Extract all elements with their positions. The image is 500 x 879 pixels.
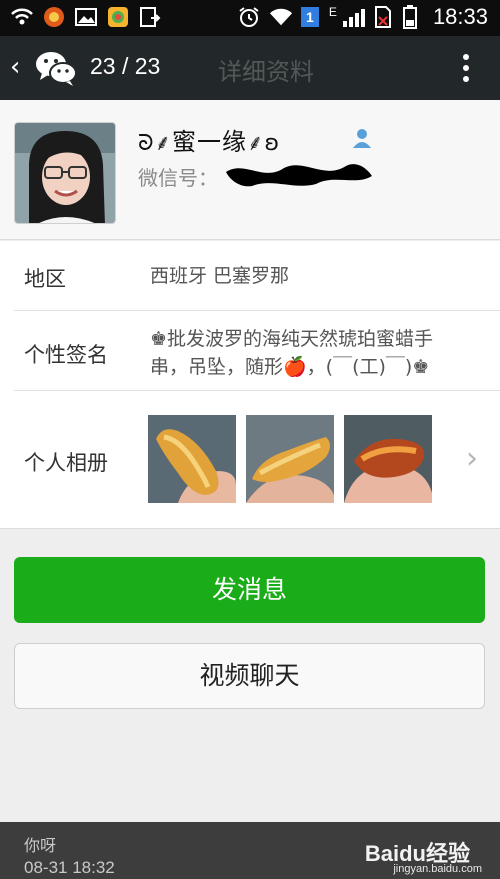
photo-app-notification-icon bbox=[106, 6, 130, 28]
sim-badge: 1 bbox=[300, 7, 319, 27]
app-toolbar: ‹ 23 / 23 详细资料 bbox=[0, 36, 500, 100]
wechat-logo-icon[interactable] bbox=[34, 48, 78, 88]
avatar[interactable] bbox=[14, 122, 116, 224]
wifi-icon bbox=[269, 6, 293, 28]
battery-icon bbox=[402, 5, 417, 29]
region-row: 地区 西班牙 巴塞罗那 bbox=[0, 241, 500, 310]
signature-line: 串，吊坠，随形🍎，(￣(工)￣)♚ bbox=[150, 356, 430, 378]
signature-line: ♚批发波罗的海纯天然琥珀蜜蜡手 bbox=[150, 328, 434, 350]
send-message-button[interactable]: 发消息 bbox=[14, 557, 485, 623]
message-time: 08-31 18:32 bbox=[24, 858, 115, 877]
back-chevron-icon[interactable]: ‹ bbox=[10, 52, 20, 82]
region-label: 地区 bbox=[24, 267, 66, 291]
app-notification-icon bbox=[42, 6, 66, 28]
signature-row: 个性签名 ♚批发波罗的海纯天然琥珀蜜蜡手 串，吊坠，随形🍎，(￣(工)￣)♚ bbox=[0, 311, 500, 390]
status-bar-notifications bbox=[10, 6, 170, 28]
nickname-decoration: ᘐ⸙ bbox=[138, 131, 172, 156]
more-options-icon[interactable] bbox=[462, 54, 470, 84]
clock: 18:33 bbox=[432, 4, 488, 29]
image-counter: 23 / 23 bbox=[90, 53, 161, 79]
album-photo[interactable] bbox=[246, 415, 334, 503]
album-photo[interactable] bbox=[148, 415, 236, 503]
nickname-decoration: ⸙ʚ bbox=[247, 131, 281, 156]
wifi-notification-icon bbox=[10, 6, 34, 28]
nickname-text: 蜜一缘 bbox=[172, 128, 247, 156]
signature-label: 个性签名 bbox=[24, 343, 108, 367]
video-chat-button[interactable]: 视频聊天 bbox=[14, 643, 485, 709]
alarm-icon bbox=[237, 6, 261, 28]
signal-strength-icon bbox=[342, 7, 367, 27]
chevron-right-icon[interactable]: › bbox=[466, 441, 478, 476]
gallery-notification-icon bbox=[74, 6, 98, 28]
signature-value: ♚批发波罗的海纯天然琥珀蜜蜡手 串，吊坠，随形🍎，(￣(工)￣)♚ bbox=[150, 325, 470, 381]
message-preview: 你呀 bbox=[24, 836, 57, 855]
page-title: 详细资料 bbox=[218, 58, 314, 86]
wechat-id-label: 微信号： bbox=[138, 166, 218, 190]
contact-person-icon bbox=[350, 126, 374, 150]
baidu-watermark-url: jingyan.baidu.com bbox=[393, 863, 482, 875]
album-photo[interactable] bbox=[344, 415, 432, 503]
status-bar: 1 E 18:33 bbox=[0, 0, 500, 36]
status-bar-system: 1 E 18:33 bbox=[237, 4, 488, 30]
profile-info-list: 地区 西班牙 巴塞罗那 个性签名 ♚批发波罗的海纯天然琥珀蜜蜡手 串，吊坠，随形… bbox=[0, 241, 500, 529]
network-type: E bbox=[328, 5, 337, 19]
wechat-id-redaction bbox=[226, 164, 372, 187]
album-label: 个人相册 bbox=[24, 451, 108, 475]
no-sim-icon bbox=[371, 6, 395, 28]
album-row[interactable]: 个人相册 › bbox=[0, 391, 500, 529]
region-value: 西班牙 巴塞罗那 bbox=[150, 265, 290, 287]
nickname: ᘐ⸙蜜一缘⸙ʚ bbox=[138, 122, 280, 157]
incoming-message-bar[interactable]: 你呀 08-31 18:32 Baidu经验 jingyan.baidu.com bbox=[0, 822, 500, 879]
download-notification-icon bbox=[138, 6, 162, 28]
